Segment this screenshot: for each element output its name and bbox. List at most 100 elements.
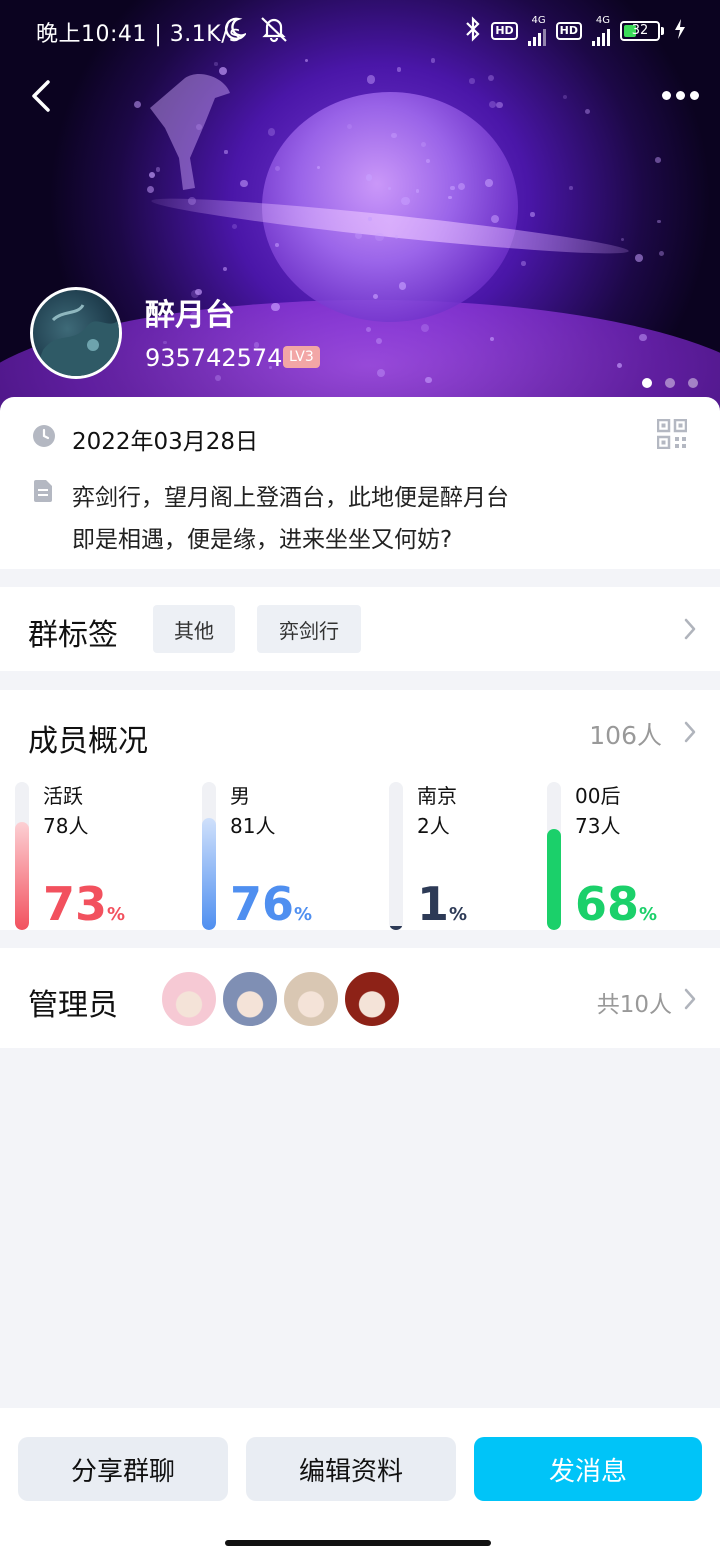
bluetooth-icon <box>465 16 481 46</box>
hd-badge-2: HD <box>555 22 582 40</box>
cover-bubble <box>658 251 664 257</box>
cover-bubble <box>271 302 280 312</box>
tag-chip: 弈剑行 <box>257 605 361 653</box>
status-time: 晚上10:41 | 3.1K/s <box>36 22 242 47</box>
stat-bar <box>15 822 29 930</box>
cover-bubble <box>635 254 644 263</box>
description-line-2: 即是相遇，便是缘，进来坐坐又何妨? <box>72 527 453 553</box>
clock-icon <box>33 425 55 447</box>
chevron-right-icon[interactable] <box>683 988 697 1010</box>
cover-bubble <box>133 100 141 109</box>
network-type: 4G <box>531 15 546 26</box>
stat-label: 南京 <box>417 784 457 808</box>
cover-bubble <box>274 166 280 172</box>
cover-bubble <box>496 102 503 109</box>
stat-male: 男 81人 76% <box>202 780 362 930</box>
home-indicator <box>225 1540 491 1546</box>
cover-bubble <box>488 75 495 82</box>
cover-bubble <box>654 157 661 163</box>
mute-bell-icon <box>258 14 290 50</box>
cover-bubble <box>366 74 376 84</box>
stat-bar <box>202 818 216 930</box>
stat-percent: 1% <box>417 877 468 931</box>
group-name: 醉月台 <box>145 298 235 333</box>
hd-badge: HD <box>491 22 518 40</box>
chevron-right-icon[interactable] <box>683 721 697 743</box>
admin-avatar[interactable] <box>282 970 340 1028</box>
level-badge: LV3 <box>283 346 320 368</box>
cover-bubble <box>346 123 353 129</box>
cover-bubble <box>146 186 154 194</box>
avatar-art <box>33 304 119 376</box>
battery-icon: 32 <box>620 21 664 41</box>
cover-bubble <box>267 128 276 136</box>
admins-title: 管理员 <box>28 988 118 1023</box>
stat-bar <box>547 829 561 930</box>
cover-bubble <box>485 179 493 187</box>
cover-bubble <box>155 167 161 172</box>
stat-region: 南京 2人 1% <box>389 780 549 930</box>
tag-chip: 其他 <box>153 605 235 653</box>
stat-age: 00后 73人 68% <box>547 780 707 930</box>
cover-bubble <box>274 243 279 247</box>
cover-bubble <box>616 362 622 369</box>
cover-bubble <box>420 142 426 148</box>
more-dot-icon <box>675 90 685 100</box>
cover-bubble <box>450 185 455 191</box>
back-arrow-icon <box>32 80 50 112</box>
group-avatar[interactable] <box>30 287 122 379</box>
qr-code-icon[interactable] <box>657 419 687 449</box>
pager-dot <box>665 378 675 388</box>
more-dot-icon <box>661 90 671 100</box>
cover-bubble <box>372 293 378 299</box>
edit-profile-button[interactable]: 编辑资料 <box>246 1437 456 1501</box>
stat-count: 81人 <box>230 814 276 838</box>
cover-bubble <box>368 217 372 221</box>
cover-figure <box>150 73 230 190</box>
creation-date: 2022年03月28日 <box>72 429 259 455</box>
description-line-1: 弈剑行，望月阁上登酒台，此地便是醉月台 <box>72 485 509 511</box>
cover-bubble <box>530 212 535 217</box>
cover-bubble <box>232 224 237 229</box>
group-id: 935742574 <box>145 344 283 372</box>
back-button[interactable] <box>24 74 60 118</box>
cover-bubble <box>387 186 391 190</box>
cover-bubble <box>398 281 407 290</box>
cover-bubble <box>148 171 155 178</box>
stat-label: 活跃 <box>43 784 83 808</box>
stat-active: 活跃 78人 73% <box>15 780 175 930</box>
stat-label: 00后 <box>575 784 621 808</box>
chevron-right-icon[interactable] <box>683 618 697 640</box>
cover-bubble <box>469 78 475 84</box>
member-total: 106人 <box>589 721 662 750</box>
cover-bubble <box>196 123 202 130</box>
admin-total: 共10人 <box>596 992 672 1018</box>
more-menu-button[interactable] <box>658 82 702 108</box>
stat-percent: 68% <box>575 877 658 931</box>
share-group-button[interactable]: 分享群聊 <box>18 1437 228 1501</box>
pager-dot <box>642 378 652 388</box>
cover-bubble <box>396 67 402 72</box>
status-bar: 晚上10:41 | 3.1K/s HD 4G HD 4G 32 <box>0 0 720 60</box>
admin-avatar[interactable] <box>221 970 279 1028</box>
stat-count: 2人 <box>417 814 450 838</box>
stat-percent: 76% <box>230 877 313 931</box>
cover-bubble <box>448 195 452 200</box>
cover-bubble <box>375 232 384 241</box>
cover-bubble <box>569 185 573 190</box>
more-dot-icon <box>689 90 699 100</box>
cover-bubble <box>401 196 410 205</box>
charging-icon <box>674 19 686 43</box>
cover-bubble <box>657 219 661 223</box>
admin-avatar[interactable] <box>343 970 401 1028</box>
signal-icon-2: 4G <box>592 16 610 46</box>
moon-icon <box>222 16 248 48</box>
send-message-button[interactable]: 发消息 <box>474 1437 702 1501</box>
cover-bubble <box>391 132 397 139</box>
cover-bubble <box>584 108 590 114</box>
stat-bar <box>389 926 403 930</box>
cover-bubble <box>639 333 647 342</box>
tags-title: 群标签 <box>28 618 118 653</box>
admin-avatar[interactable] <box>160 970 218 1028</box>
stat-percent: 73% <box>43 877 126 931</box>
